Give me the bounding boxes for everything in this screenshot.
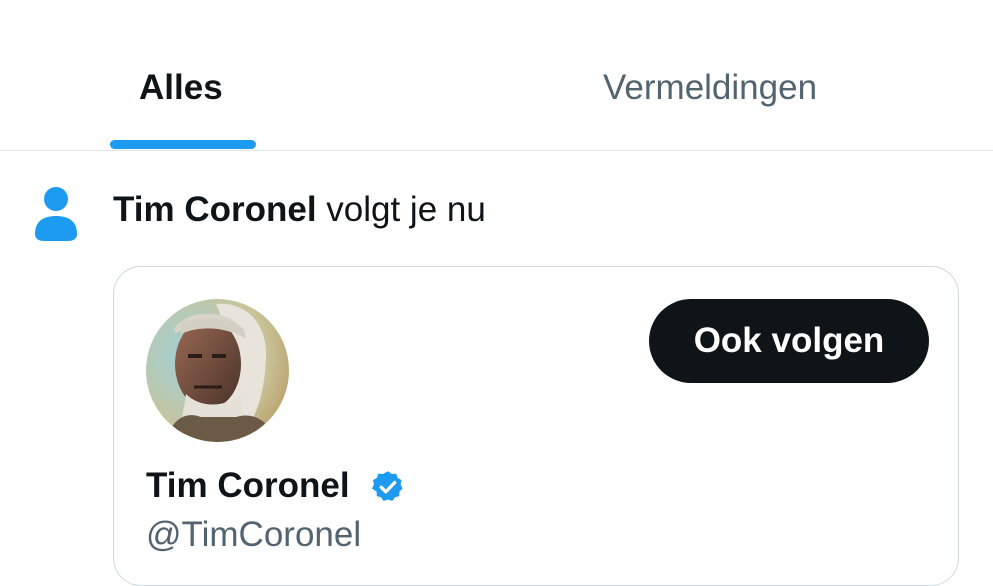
active-tab-indicator (110, 140, 256, 149)
tab-mentions[interactable]: Vermeldingen (603, 66, 817, 110)
profile-card[interactable]: Ook volgen Tim Coronel @TimCoronel (113, 266, 959, 586)
notification-actor-name[interactable]: Tim Coronel (113, 190, 317, 229)
follow-back-button[interactable]: Ook volgen (649, 299, 929, 383)
verified-badge-icon (371, 471, 403, 501)
notification-action-text: volgt je nu (316, 190, 486, 229)
tab-all[interactable]: Alles (139, 66, 223, 110)
profile-handle: @TimCoronel (146, 515, 362, 554)
person-icon (35, 187, 77, 241)
notification-tabs: Alles Vermeldingen (0, 0, 993, 151)
notification-text: Tim Coronel volgt je nu (113, 189, 486, 231)
avatar[interactable] (146, 299, 289, 442)
profile-name[interactable]: Tim Coronel (146, 464, 350, 508)
